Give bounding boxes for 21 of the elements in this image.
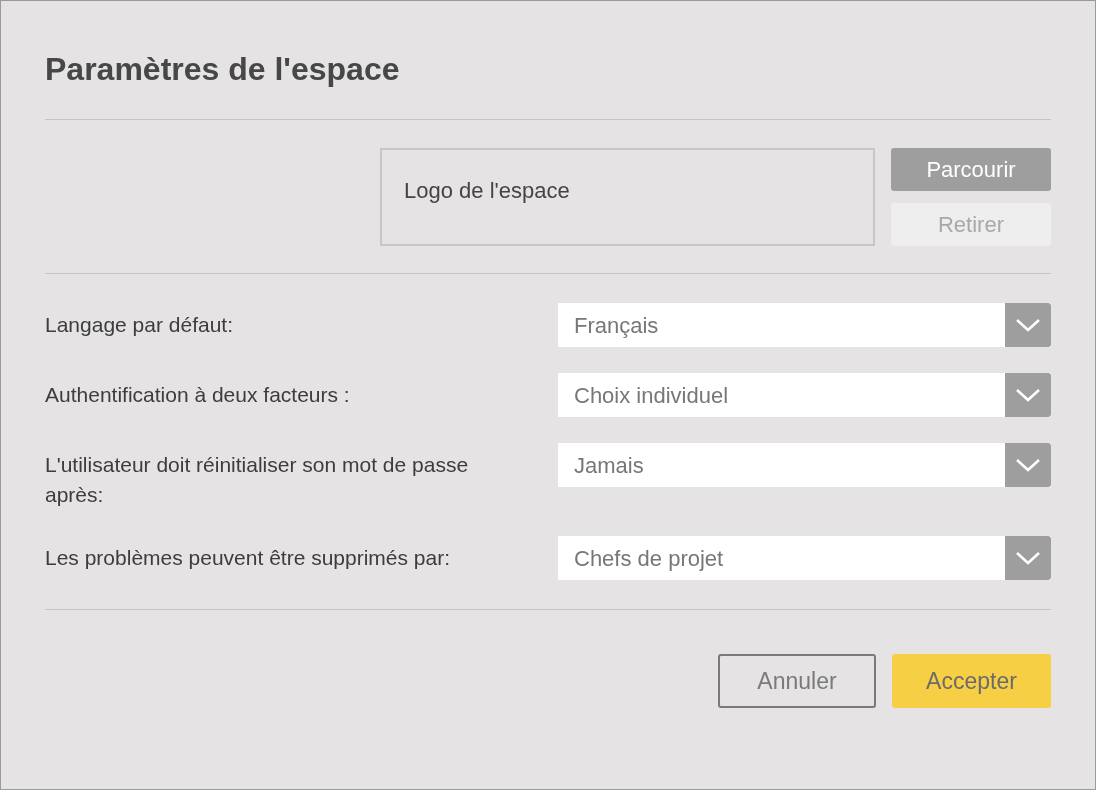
chevron-down-icon: [1005, 373, 1051, 417]
dropdown-value: Chefs de projet: [573, 544, 724, 573]
dropdown-value: Choix individuel: [573, 381, 729, 410]
chevron-down-icon: [1005, 443, 1051, 487]
chevron-down-icon: [1005, 303, 1051, 347]
setting-dropdown[interactable]: Choix individuel: [558, 373, 1051, 417]
dropdown-value: Français: [573, 311, 659, 340]
dropdown-value: Jamais: [573, 451, 644, 480]
setting-dropdown[interactable]: Français: [558, 303, 1051, 347]
logo-button[interactable]: Parcourir: [891, 148, 1051, 191]
setting-label: Langage par défaut:: [45, 312, 234, 338]
setting-label: Les problèmes peuvent être supprimés par:: [45, 545, 452, 571]
setting-dropdown[interactable]: Chefs de projet: [558, 536, 1051, 580]
dialog-title: Paramètres de l'espace: [45, 50, 401, 89]
setting-label: Authentification à deux facteurs :: [45, 382, 351, 408]
chevron-down-icon: [1005, 536, 1051, 580]
logo-drop-area[interactable]: Logo de l'espace: [380, 148, 875, 246]
setting-label: L'utilisateur doit réinitialiser son mot de passe après:: [45, 452, 470, 508]
accept-button[interactable]: Accepter: [892, 654, 1051, 708]
setting-dropdown[interactable]: Jamais: [558, 443, 1051, 487]
cancel-button[interactable]: Annuler: [718, 654, 876, 708]
